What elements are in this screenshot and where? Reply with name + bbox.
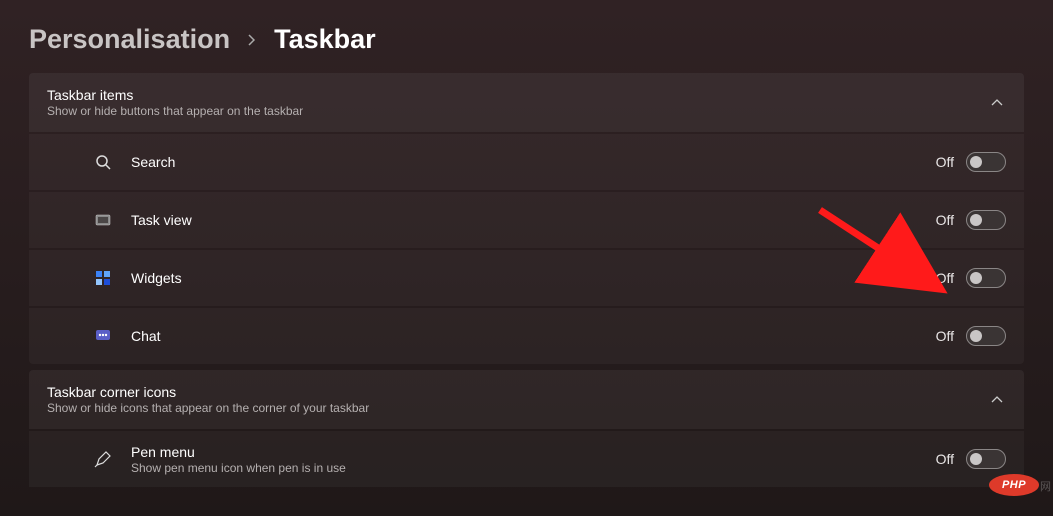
- row-chat: Chat Off: [29, 308, 1024, 364]
- search-icon: [91, 154, 115, 170]
- toggle-state-text: Off: [936, 270, 954, 286]
- breadcrumb-current: Taskbar: [274, 24, 376, 55]
- row-label: Search: [131, 154, 175, 170]
- pen-menu-toggle[interactable]: [966, 449, 1006, 469]
- chat-toggle[interactable]: [966, 326, 1006, 346]
- row-sublabel: Show pen menu icon when pen is in use: [131, 461, 346, 475]
- section-header-corner-icons[interactable]: Taskbar corner icons Show or hide icons …: [29, 370, 1024, 429]
- row-widgets: Widgets Off: [29, 250, 1024, 306]
- row-label: Task view: [131, 212, 192, 228]
- breadcrumb: Personalisation Taskbar: [0, 0, 1053, 73]
- pen-icon: [91, 450, 115, 468]
- toggle-state-text: Off: [936, 328, 954, 344]
- widgets-icon: [91, 270, 115, 286]
- widgets-toggle[interactable]: [966, 268, 1006, 288]
- chat-icon: [91, 328, 115, 344]
- section-title: Taskbar corner icons: [47, 384, 369, 400]
- toggle-state-text: Off: [936, 212, 954, 228]
- toggle-state-text: Off: [936, 451, 954, 467]
- row-label: Pen menu: [131, 444, 346, 460]
- row-label: Chat: [131, 328, 161, 344]
- section-subtitle: Show or hide buttons that appear on the …: [47, 104, 303, 118]
- task-view-icon: [91, 212, 115, 228]
- toggle-state-text: Off: [936, 154, 954, 170]
- row-pen-menu: Pen menu Show pen menu icon when pen is …: [29, 431, 1024, 487]
- breadcrumb-parent[interactable]: Personalisation: [29, 24, 230, 55]
- task-view-toggle[interactable]: [966, 210, 1006, 230]
- section-subtitle: Show or hide icons that appear on the co…: [47, 401, 369, 415]
- chevron-up-icon: [988, 94, 1006, 112]
- chevron-up-icon: [988, 391, 1006, 409]
- section-title: Taskbar items: [47, 87, 303, 103]
- row-label: Widgets: [131, 270, 182, 286]
- section-header-taskbar-items[interactable]: Taskbar items Show or hide buttons that …: [29, 73, 1024, 132]
- search-toggle[interactable]: [966, 152, 1006, 172]
- row-search: Search Off: [29, 134, 1024, 190]
- chevron-right-icon: [246, 30, 258, 51]
- row-task-view: Task view Off: [29, 192, 1024, 248]
